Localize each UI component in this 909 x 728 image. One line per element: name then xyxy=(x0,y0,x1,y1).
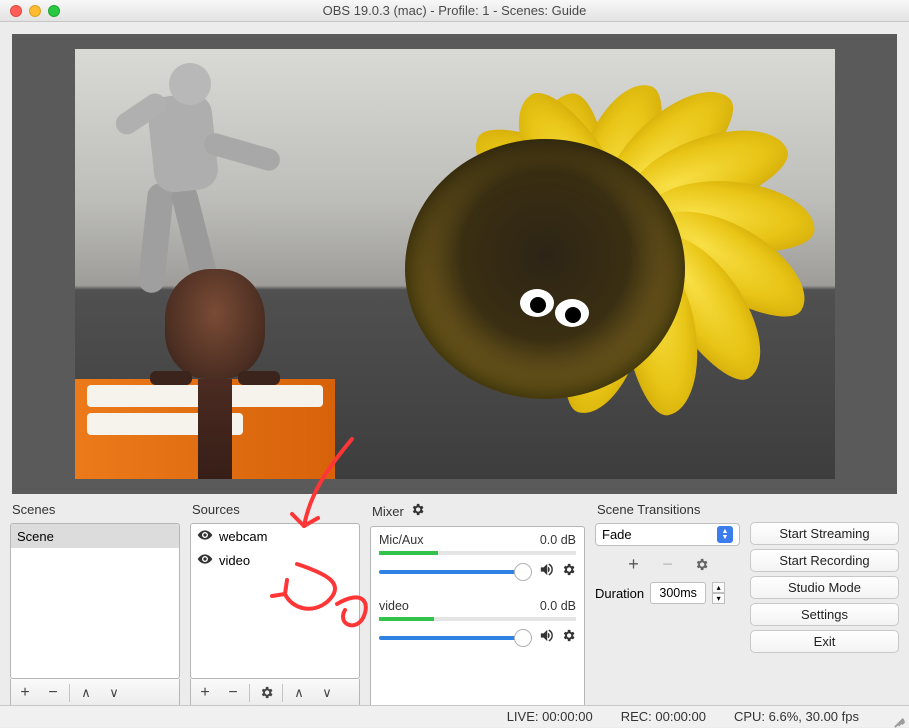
mixer-channel-name: Mic/Aux xyxy=(379,533,423,547)
audio-meter xyxy=(379,551,576,555)
scene-item[interactable]: Scene xyxy=(11,524,179,548)
volume-slider[interactable] xyxy=(379,636,532,640)
start-recording-button[interactable]: Start Recording xyxy=(750,549,899,572)
sources-list[interactable]: webcam video xyxy=(190,523,360,679)
duration-input[interactable] xyxy=(650,582,706,604)
add-scene-button[interactable]: + xyxy=(11,679,39,707)
transitions-heading: Scene Transitions xyxy=(597,502,740,517)
mixer-channel: video 0.0 dB xyxy=(379,599,576,649)
source-item-label: webcam xyxy=(219,529,267,544)
preview-area[interactable] xyxy=(12,34,897,494)
scene-item-label: Scene xyxy=(17,529,54,544)
source-item-label: video xyxy=(219,553,250,568)
status-rec: REC: 00:00:00 xyxy=(621,709,706,724)
add-source-button[interactable]: + xyxy=(191,679,219,707)
transition-selected-label: Fade xyxy=(602,527,632,542)
move-source-up-button[interactable]: ∧ xyxy=(285,679,313,707)
add-transition-button[interactable]: + xyxy=(624,554,644,574)
scenes-heading: Scenes xyxy=(12,502,180,517)
scenes-toolbar: + − ∧ ∨ xyxy=(10,679,180,707)
resize-grip[interactable] xyxy=(893,712,905,724)
sources-toolbar: + − ∧ ∨ xyxy=(190,679,360,707)
source-properties-button[interactable] xyxy=(252,679,280,707)
visibility-toggle-icon[interactable] xyxy=(197,551,213,570)
studio-mode-button[interactable]: Studio Mode xyxy=(750,576,899,599)
move-scene-up-button[interactable]: ∧ xyxy=(72,679,100,707)
mixer-channel-db: 0.0 dB xyxy=(540,599,576,613)
channel-settings-icon[interactable] xyxy=(561,562,576,582)
exit-button[interactable]: Exit xyxy=(750,630,899,653)
transition-select[interactable]: Fade ▲▼ xyxy=(595,523,740,546)
mixer-settings-icon[interactable] xyxy=(410,502,425,520)
window-title: OBS 19.0.3 (mac) - Profile: 1 - Scenes: … xyxy=(0,3,909,18)
mixer-heading: Mixer xyxy=(372,502,585,520)
mixer-channel: Mic/Aux 0.0 dB xyxy=(379,533,576,583)
duration-step-down[interactable]: ▾ xyxy=(712,593,725,604)
speaker-icon[interactable] xyxy=(538,561,555,583)
sources-heading: Sources xyxy=(192,502,360,517)
mixer-channel-db: 0.0 dB xyxy=(540,533,576,547)
status-cpu: CPU: 6.6%, 30.00 fps xyxy=(734,709,859,724)
preview-canvas xyxy=(75,49,835,479)
scenes-list[interactable]: Scene xyxy=(10,523,180,679)
mixer-panel: Mic/Aux 0.0 dB video 0.0 dB xyxy=(370,526,585,712)
mixer-channel-name: video xyxy=(379,599,409,613)
remove-source-button[interactable]: − xyxy=(219,679,247,707)
mixer-heading-label: Mixer xyxy=(372,504,404,519)
remove-transition-button[interactable]: − xyxy=(658,554,678,574)
move-source-down-button[interactable]: ∨ xyxy=(313,679,341,707)
duration-step-up[interactable]: ▴ xyxy=(712,582,725,593)
source-item[interactable]: video xyxy=(191,548,359,572)
status-bar: LIVE: 00:00:00 REC: 00:00:00 CPU: 6.6%, … xyxy=(0,705,909,727)
channel-settings-icon[interactable] xyxy=(561,628,576,648)
remove-scene-button[interactable]: − xyxy=(39,679,67,707)
source-item[interactable]: webcam xyxy=(191,524,359,548)
select-arrows-icon: ▲▼ xyxy=(717,526,733,543)
volume-slider[interactable] xyxy=(379,570,532,574)
duration-stepper[interactable]: ▴ ▾ xyxy=(712,582,725,604)
transition-settings-button[interactable] xyxy=(692,554,712,574)
duration-label: Duration xyxy=(595,586,644,601)
visibility-toggle-icon[interactable] xyxy=(197,527,213,546)
audio-meter xyxy=(379,617,576,621)
status-live: LIVE: 00:00:00 xyxy=(507,709,593,724)
titlebar: OBS 19.0.3 (mac) - Profile: 1 - Scenes: … xyxy=(0,0,909,22)
speaker-icon[interactable] xyxy=(538,627,555,649)
move-scene-down-button[interactable]: ∨ xyxy=(100,679,128,707)
settings-button[interactable]: Settings xyxy=(750,603,899,626)
start-streaming-button[interactable]: Start Streaming xyxy=(750,522,899,545)
